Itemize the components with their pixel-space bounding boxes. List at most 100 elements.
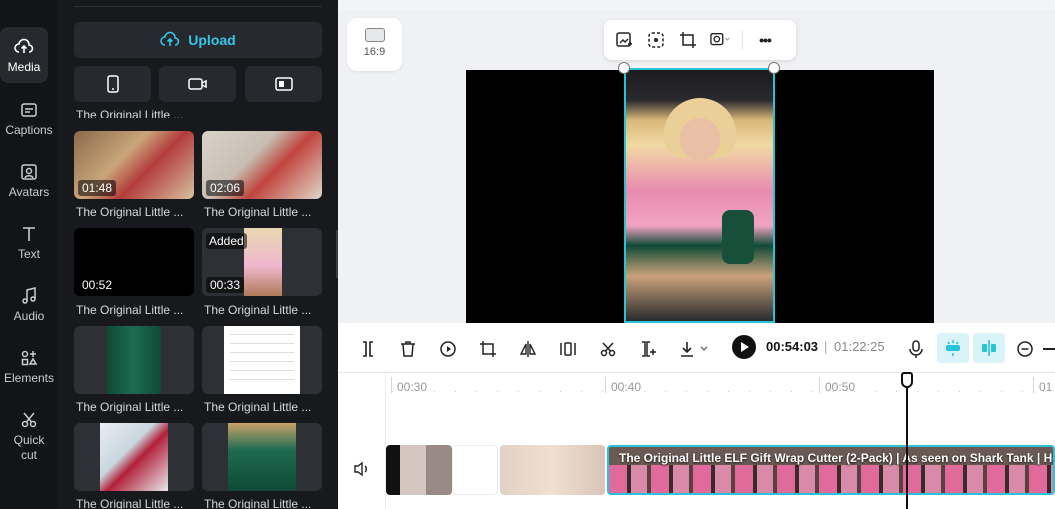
added-badge: Added [206, 233, 247, 249]
captions-icon [21, 103, 37, 117]
rail-item-text[interactable]: Text [0, 224, 58, 262]
more-icon[interactable]: ••• [755, 30, 775, 50]
media-item[interactable] [74, 423, 194, 491]
phone-icon [106, 75, 119, 93]
rail-item-avatars[interactable]: Avatars [0, 162, 58, 200]
ruler-minor-ticks [392, 391, 1055, 392]
music-note-icon [22, 287, 36, 304]
crop-icon[interactable] [678, 30, 698, 50]
app-window: Media Captions Avatars Text Audio Elemen… [0, 0, 1055, 509]
rail-item-captions[interactable]: Captions [0, 100, 58, 138]
speed-icon[interactable] [438, 339, 458, 359]
media-item-title: The Original Little ... [76, 303, 184, 317]
download-icon[interactable] [678, 339, 712, 359]
rail-label-audio: Audio [13, 309, 45, 323]
media-item[interactable] [202, 423, 322, 491]
aspect-ratio-icon [364, 28, 385, 42]
text-icon [23, 227, 35, 241]
media-item[interactable]: 00:52 [74, 228, 194, 296]
quick-cut-icon[interactable] [598, 339, 618, 359]
main-video-clip[interactable]: The Original Little ELF Gift Wrap Cutter… [607, 445, 1055, 495]
duration-label: 00:52 [78, 277, 117, 293]
elements-icon [21, 350, 38, 366]
zoom-out-icon[interactable] [1015, 339, 1035, 359]
media-item-title: The Original Little ... [204, 205, 312, 219]
timeline-clip[interactable] [452, 445, 498, 495]
camera-record-button[interactable] [159, 66, 236, 102]
playhead-handle[interactable] [901, 372, 913, 388]
media-panel: Upload The Original Little ... 01:48 The… [58, 0, 338, 509]
person-face [680, 118, 720, 160]
media-item-title: The Original Little ... [76, 497, 184, 509]
aspect-ratio-button[interactable]: 16:9 [347, 18, 402, 71]
split-icon[interactable] [358, 339, 378, 359]
media-item-title: The Original Little ... [204, 303, 312, 317]
product-image [107, 326, 161, 394]
screen-record-button[interactable] [245, 66, 322, 102]
cloud-upload-icon [14, 38, 34, 53]
media-item-title: The Original Little ... [204, 497, 312, 509]
camera-icon [187, 78, 207, 90]
mask-icon[interactable] [710, 30, 730, 50]
product-image [228, 423, 296, 491]
upload-label: Upload [188, 32, 236, 48]
media-item-title: The Original Little ... [76, 205, 184, 219]
freeze-icon[interactable] [558, 339, 578, 359]
video-thumbnail [244, 228, 282, 296]
remove-bg-icon[interactable] [646, 30, 666, 50]
rail-item-elements[interactable]: Elements [0, 348, 58, 386]
align-icon [982, 340, 996, 356]
aspect-ratio-label: 16:9 [363, 46, 386, 58]
rail-item-audio[interactable]: Audio [0, 286, 58, 324]
rail-item-quick-cut[interactable]: Quick cut [0, 410, 58, 463]
delete-icon[interactable] [398, 339, 418, 359]
panel-divider [74, 6, 322, 7]
upload-button[interactable]: Upload [74, 22, 322, 58]
toolbar-divider [742, 30, 743, 50]
rail-label-text: Text [17, 247, 40, 261]
resize-handle-top-right[interactable] [768, 62, 780, 74]
track-header [338, 373, 386, 509]
resize-handle-top-left[interactable] [618, 62, 630, 74]
media-item[interactable] [202, 326, 322, 394]
timeline-clip[interactable] [386, 445, 452, 495]
media-item-title: The Original Little ... [204, 400, 312, 414]
ai-split-icon[interactable] [638, 339, 658, 359]
replace-icon[interactable] [614, 30, 634, 50]
time-separator: | [824, 339, 828, 354]
selected-video-clip[interactable] [624, 68, 775, 323]
screen-record-icon [274, 77, 293, 91]
play-button[interactable] [732, 335, 756, 359]
timeline-clip[interactable] [500, 445, 605, 495]
media-item[interactable]: 02:06 [202, 131, 322, 199]
duration-label: 02:06 [206, 180, 245, 196]
crop-icon[interactable] [478, 339, 498, 359]
media-item-title: The Original Little ... [76, 400, 184, 414]
rail-label-elements: Elements [3, 371, 55, 385]
volume-icon[interactable] [353, 461, 371, 477]
rail-label-quick-cut: Quick cut [13, 433, 45, 462]
flip-icon[interactable] [518, 339, 538, 359]
duration-label: 01:48 [78, 180, 117, 196]
clip-title: The Original Little ELF Gift Wrap Cutter… [619, 451, 1055, 465]
microphone-icon[interactable] [906, 339, 926, 359]
total-time: 01:22:25 [834, 339, 885, 354]
media-item[interactable] [74, 326, 194, 394]
media-item[interactable]: 01:48 [74, 131, 194, 199]
rail-label-avatars: Avatars [8, 185, 50, 199]
product-in-hand [722, 210, 754, 264]
zoom-slider[interactable] [1043, 348, 1055, 350]
phone-upload-button[interactable] [74, 66, 151, 102]
left-rail: Media Captions Avatars Text Audio Elemen… [0, 0, 58, 509]
avatar-icon [21, 164, 37, 180]
media-title-cutoff: The Original Little ... [76, 108, 184, 118]
magnet-toggle[interactable] [937, 333, 969, 363]
link-toggle[interactable] [973, 333, 1005, 363]
current-time: 00:54:03 [766, 339, 819, 354]
media-item[interactable]: Added 00:33 [202, 228, 322, 296]
clip-filmstrip [609, 465, 1053, 493]
quick-cut-icon [21, 412, 37, 428]
rail-label-media: Media [7, 60, 41, 74]
rail-item-media[interactable]: Media [0, 27, 48, 83]
playhead[interactable] [906, 373, 908, 509]
